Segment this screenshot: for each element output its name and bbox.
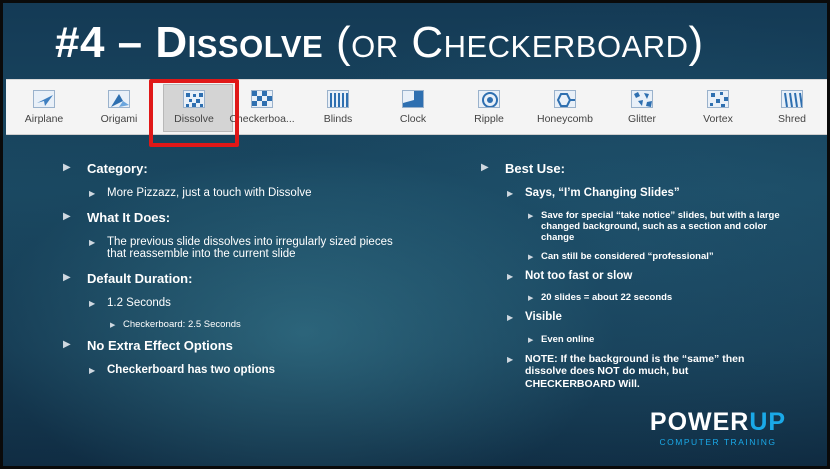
bullet-speed: Not too fast or slow xyxy=(481,270,801,283)
transitions-gallery: Airplane Origami Dissolve Checkerboa... … xyxy=(6,79,827,136)
bullet-says: Says, “I’m Changing Slides” xyxy=(481,187,801,200)
honeycomb-icon xyxy=(554,90,576,108)
transition-ripple[interactable]: Ripple xyxy=(455,80,523,136)
shred-icon xyxy=(781,90,803,108)
title-main: #4 – Dissolve xyxy=(55,18,324,67)
origami-icon xyxy=(108,90,130,108)
title-sub: (or Checkerboard) xyxy=(335,18,704,67)
transition-glitter[interactable]: Glitter xyxy=(608,80,676,136)
clock-icon xyxy=(402,90,424,108)
transition-clock[interactable]: Clock xyxy=(379,80,447,136)
transition-label: Clock xyxy=(399,113,427,125)
transition-shred[interactable]: Shred xyxy=(758,80,826,136)
left-column: Category: More Pizzazz, just a touch wit… xyxy=(63,161,403,387)
transition-label: Origami xyxy=(100,113,138,125)
ripple-icon xyxy=(478,90,500,108)
bullet-duration-value: 1.2 Seconds xyxy=(63,297,403,310)
powerup-logo: POWERUP COMPUTER TRAINING xyxy=(633,408,803,452)
bullet-visible-detail: Even online xyxy=(481,334,801,346)
bullet-best-use: Best Use: xyxy=(481,161,801,176)
dissolve-icon xyxy=(183,90,205,108)
bullet-no-extra-options: No Extra Effect Options xyxy=(63,338,403,353)
glitter-icon xyxy=(631,90,653,108)
blinds-icon xyxy=(327,90,349,108)
bullet-category-detail: More Pizzazz, just a touch with Dissolve xyxy=(63,187,403,200)
bullet-checkerboard-duration: Checkerboard: 2.5 Seconds xyxy=(63,319,403,331)
logo-word-b: UP xyxy=(749,408,787,436)
bullet-category: Category: xyxy=(63,161,403,176)
transition-honeycomb[interactable]: Honeycomb xyxy=(531,80,599,136)
bullet-what-detail: The previous slide dissolves into irregu… xyxy=(63,236,393,261)
slide-title: #4 – Dissolve (or Checkerboard) xyxy=(55,11,704,75)
transition-label: Shred xyxy=(777,113,807,125)
bullet-checkerboard-options: Checkerboard has two options xyxy=(63,364,403,377)
transition-label: Vortex xyxy=(703,113,733,125)
transition-vortex[interactable]: Vortex xyxy=(684,80,752,136)
checkerboard-icon xyxy=(251,90,273,108)
transition-label: Airplane xyxy=(24,113,64,125)
bullet-note: NOTE: If the background is the “same” th… xyxy=(481,353,771,391)
transition-label: Ripple xyxy=(474,113,504,125)
transition-label: Blinds xyxy=(323,113,353,125)
bullet-professional: Can still be considered “professional” xyxy=(481,251,801,263)
bullet-special-slides: Save for special “take notice” slides, b… xyxy=(481,210,796,243)
transition-blinds[interactable]: Blinds xyxy=(304,80,372,136)
vortex-icon xyxy=(707,90,729,108)
logo-word-a: POWER xyxy=(649,408,750,436)
transition-label: Honeycomb xyxy=(536,113,594,125)
bullet-visible: Visible xyxy=(481,311,801,324)
transition-label: Glitter xyxy=(627,113,656,125)
logo-tagline: COMPUTER TRAINING xyxy=(659,437,777,447)
bullet-speed-detail: 20 slides = about 22 seconds xyxy=(481,292,801,304)
bullet-what-it-does: What It Does: xyxy=(63,210,403,225)
bullet-default-duration: Default Duration: xyxy=(63,271,403,286)
logo-wordmark: POWERUP xyxy=(633,408,803,436)
right-column: Best Use: Says, “I’m Changing Slides” Sa… xyxy=(481,161,801,400)
transition-airplane[interactable]: Airplane xyxy=(10,80,78,136)
transition-label: Dissolve xyxy=(174,113,214,125)
transition-origami[interactable]: Origami xyxy=(85,80,153,136)
slide: #4 – Dissolve (or Checkerboard) Airplane… xyxy=(0,0,830,469)
airplane-icon xyxy=(33,90,55,108)
